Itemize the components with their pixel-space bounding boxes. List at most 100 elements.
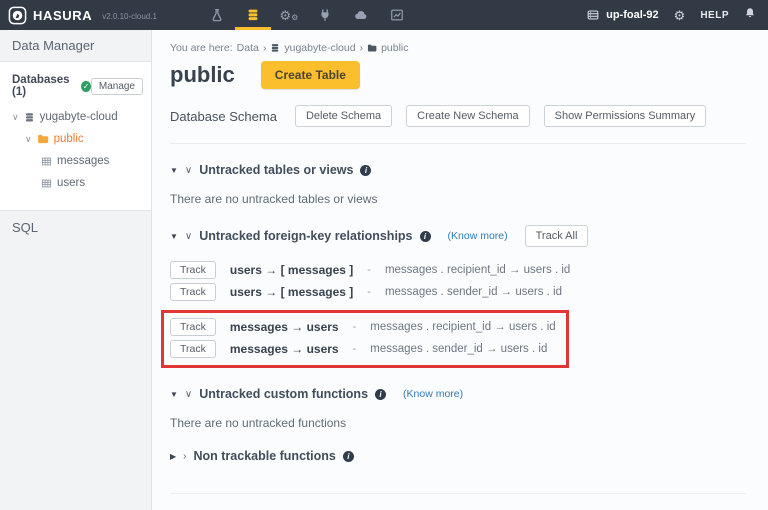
fk-relationship: messages → users bbox=[230, 320, 339, 334]
caret-down-icon: ▼ bbox=[170, 166, 178, 175]
database-schema-label: Database Schema bbox=[170, 109, 277, 124]
fk-relationship: users → [ messages ] bbox=[230, 285, 353, 299]
header-right: up-foal-92 ⚙ HELP bbox=[586, 6, 756, 24]
database-icon bbox=[270, 43, 280, 53]
tree-database-label: yugabyte-cloud bbox=[40, 111, 118, 123]
top-nav: ⚙⚙ bbox=[199, 0, 415, 30]
tree-table-label: users bbox=[57, 177, 85, 189]
breadcrumb-data[interactable]: Data bbox=[237, 42, 259, 54]
section-title: Non trackable functions bbox=[194, 449, 336, 463]
sidebar-item-sql[interactable]: SQL bbox=[0, 210, 151, 510]
info-icon[interactable]: i bbox=[343, 451, 354, 462]
fk-row: Track users → [ messages ] - messages . … bbox=[170, 259, 746, 281]
chevron-down-icon: ∨ bbox=[25, 134, 32, 145]
chevron-down-icon: ∨ bbox=[185, 389, 192, 400]
fk-detail: messages . sender_id → users . id bbox=[370, 343, 547, 355]
project-name: up-foal-92 bbox=[606, 9, 659, 21]
data-sidebar: Data Manager Databases (1) ✓ Manage ∨ yu… bbox=[0, 30, 152, 510]
create-table-button[interactable]: Create Table bbox=[261, 61, 360, 89]
chevron-down-icon: ∨ bbox=[185, 165, 192, 176]
track-button[interactable]: Track bbox=[170, 283, 216, 301]
tree-item-table-messages[interactable]: messages bbox=[0, 150, 151, 172]
folder-icon bbox=[37, 133, 49, 145]
project-name-chip[interactable]: up-foal-92 bbox=[586, 8, 659, 22]
fk-relationship-list: Track users → [ messages ] - messages . … bbox=[170, 259, 746, 368]
track-button[interactable]: Track bbox=[170, 261, 216, 279]
breadcrumb-prefix: You are here: bbox=[170, 42, 233, 54]
divider bbox=[170, 493, 746, 494]
brand-name: HASURA bbox=[33, 8, 92, 23]
nav-monitoring-chart-icon[interactable] bbox=[379, 0, 415, 30]
track-button[interactable]: Track bbox=[170, 318, 216, 336]
tree-table-label: messages bbox=[57, 155, 109, 167]
database-schema-row: Database Schema Delete Schema Create New… bbox=[170, 105, 746, 127]
database-icon bbox=[24, 112, 35, 123]
hasura-logo-icon bbox=[8, 6, 27, 25]
chevron-right-icon: › bbox=[183, 451, 186, 462]
track-all-button[interactable]: Track All bbox=[525, 225, 589, 247]
info-icon[interactable]: i bbox=[375, 389, 386, 400]
main-content: You are here: Data › yugabyte-cloud › pu… bbox=[152, 30, 768, 510]
fk-detail: messages . recipient_id → users . id bbox=[385, 264, 570, 276]
fk-relationship: users → [ messages ] bbox=[230, 263, 353, 277]
notifications-bell-icon[interactable] bbox=[744, 6, 756, 24]
section-title: Untracked foreign-key relationships bbox=[199, 229, 412, 243]
chevron-down-icon: ∨ bbox=[185, 231, 192, 242]
server-icon bbox=[586, 8, 600, 22]
caret-right-icon: ▶ bbox=[170, 452, 176, 461]
tree-item-schema[interactable]: ∨ public bbox=[0, 128, 151, 150]
page-title: public bbox=[170, 62, 235, 88]
app-header: HASURA v2.0.10-cloud.1 ⚙⚙ up-foal-92 ⚙ H… bbox=[0, 0, 768, 30]
show-permissions-summary-button[interactable]: Show Permissions Summary bbox=[544, 105, 707, 127]
untracked-functions-empty-text: There are no untracked functions bbox=[170, 416, 746, 430]
table-icon bbox=[41, 178, 52, 189]
breadcrumb-database[interactable]: yugabyte-cloud bbox=[284, 42, 355, 54]
tree-item-table-users[interactable]: users bbox=[0, 172, 151, 194]
nav-data-database-icon[interactable] bbox=[235, 0, 271, 30]
database-tree: ∨ yugabyte-cloud ∨ public messages users bbox=[0, 106, 151, 194]
divider bbox=[170, 143, 746, 144]
breadcrumb: You are here: Data › yugabyte-cloud › pu… bbox=[170, 42, 746, 54]
manage-button[interactable]: Manage bbox=[91, 78, 143, 95]
fk-row: Track messages → users - messages . send… bbox=[170, 338, 556, 360]
settings-gear-icon[interactable]: ⚙ bbox=[674, 9, 686, 22]
sidebar-title: Data Manager bbox=[0, 30, 151, 62]
table-icon bbox=[41, 156, 52, 167]
fk-row: Track users → [ messages ] - messages . … bbox=[170, 281, 746, 303]
nav-actions-gears-icon[interactable]: ⚙⚙ bbox=[271, 0, 307, 30]
section-untracked-functions[interactable]: ▼ ∨ Untracked custom functions i (Know m… bbox=[170, 387, 746, 401]
databases-label: Databases (1) bbox=[12, 74, 77, 98]
fk-detail: messages . recipient_id → users . id bbox=[370, 321, 555, 333]
help-link[interactable]: HELP bbox=[700, 10, 729, 21]
hasura-logo[interactable]: HASURA v2.0.10-cloud.1 bbox=[8, 6, 157, 25]
fk-relationship: messages → users bbox=[230, 342, 339, 356]
breadcrumb-schema[interactable]: public bbox=[381, 42, 408, 54]
nav-events-cloud-icon[interactable] bbox=[343, 0, 379, 30]
fk-detail: messages . sender_id → users . id bbox=[385, 286, 562, 298]
know-more-link[interactable]: (Know more) bbox=[448, 230, 508, 242]
nav-api-flask-icon[interactable] bbox=[199, 0, 235, 30]
create-new-schema-button[interactable]: Create New Schema bbox=[406, 105, 530, 127]
section-title: Untracked custom functions bbox=[199, 387, 368, 401]
know-more-link[interactable]: (Know more) bbox=[403, 388, 463, 400]
caret-down-icon: ▼ bbox=[170, 390, 178, 399]
track-button[interactable]: Track bbox=[170, 340, 216, 358]
info-icon[interactable]: i bbox=[360, 165, 371, 176]
connected-check-icon: ✓ bbox=[81, 81, 91, 92]
caret-down-icon: ▼ bbox=[170, 232, 178, 241]
tree-schema-label: public bbox=[54, 133, 84, 145]
section-non-trackable-functions[interactable]: ▶ › Non trackable functions i bbox=[170, 449, 746, 463]
section-untracked-fk[interactable]: ▼ ∨ Untracked foreign-key relationships … bbox=[170, 225, 746, 247]
chevron-down-icon: ∨ bbox=[12, 112, 19, 123]
version-label: v2.0.10-cloud.1 bbox=[102, 12, 157, 21]
info-icon[interactable]: i bbox=[420, 231, 431, 242]
folder-icon bbox=[367, 43, 377, 53]
databases-row: Databases (1) ✓ Manage bbox=[0, 62, 151, 106]
delete-schema-button[interactable]: Delete Schema bbox=[295, 105, 392, 127]
section-title: Untracked tables or views bbox=[199, 163, 353, 177]
tree-item-database[interactable]: ∨ yugabyte-cloud bbox=[0, 106, 151, 128]
section-untracked-tables[interactable]: ▼ ∨ Untracked tables or views i bbox=[170, 163, 746, 177]
highlight-red-box: Track messages → users - messages . reci… bbox=[161, 310, 569, 368]
untracked-tables-empty-text: There are no untracked tables or views bbox=[170, 192, 746, 206]
nav-remote-schema-plug-icon[interactable] bbox=[307, 0, 343, 30]
